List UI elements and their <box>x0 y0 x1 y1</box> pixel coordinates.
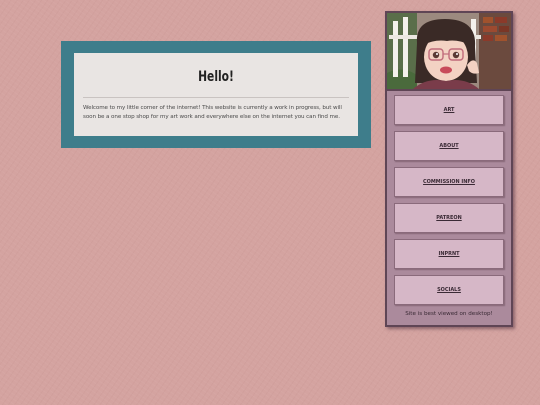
nav-commission-info-button[interactable]: COMMISSION INFO <box>394 167 504 197</box>
welcome-panel: Hello! Welcome to my little corner of th… <box>61 41 371 148</box>
welcome-title: Hello! <box>198 69 234 85</box>
nav-patreon-button[interactable]: PATREON <box>394 203 504 233</box>
nav-art-button[interactable]: ART <box>394 95 504 125</box>
nav-inprnt-button[interactable]: INPRNT <box>394 239 504 269</box>
welcome-divider <box>83 97 349 98</box>
welcome-card: Hello! Welcome to my little corner of th… <box>74 53 358 136</box>
avatar <box>387 13 511 91</box>
desktop-note: Site is best viewed on desktop! <box>405 311 493 317</box>
nav-about-button[interactable]: ABOUT <box>394 131 504 161</box>
sidebar: ART ABOUT COMMISSION INFO PATREON INPRNT… <box>385 11 513 327</box>
sidebar-nav: ART ABOUT COMMISSION INFO PATREON INPRNT… <box>387 91 511 305</box>
welcome-text: Welcome to my little corner of the inter… <box>83 105 342 120</box>
nav-socials-button[interactable]: SOCIALS <box>394 275 504 305</box>
